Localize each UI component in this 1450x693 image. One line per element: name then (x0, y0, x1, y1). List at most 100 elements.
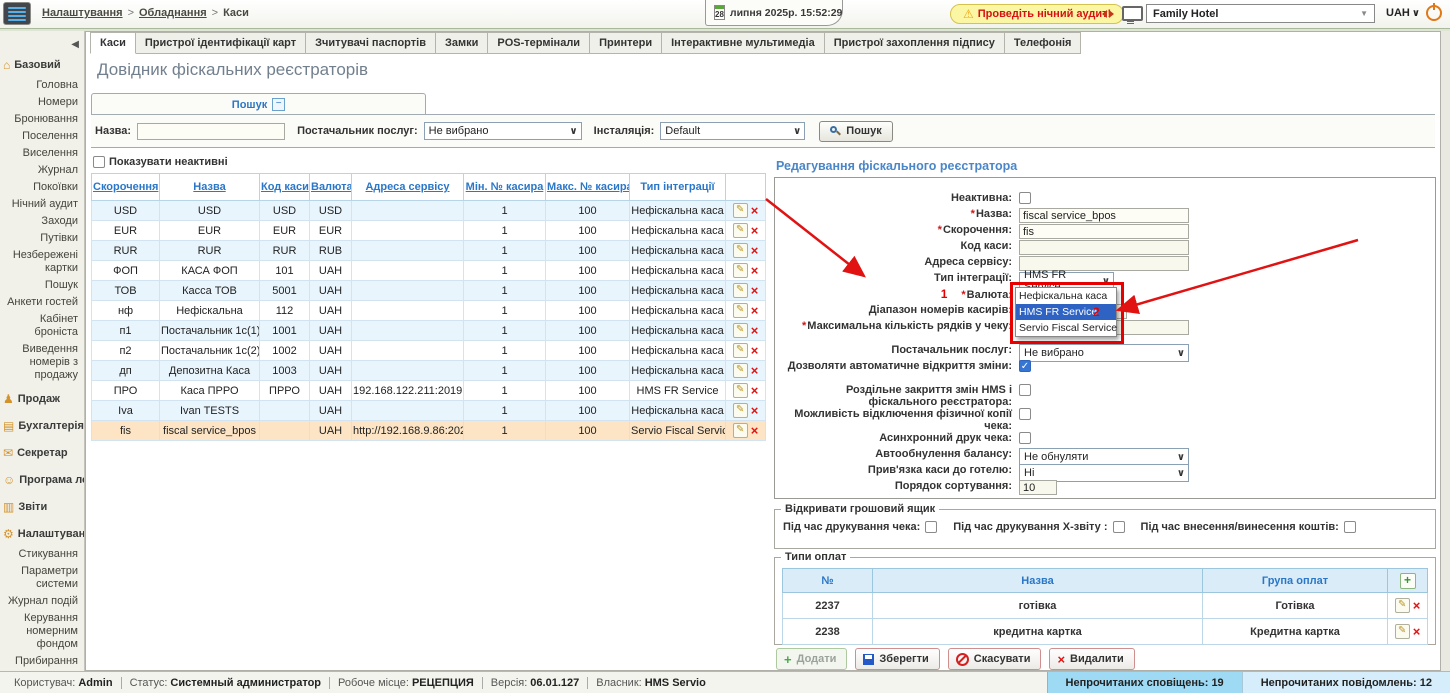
edit-icon[interactable]: ✎ (733, 223, 748, 238)
col-header-address[interactable]: Адреса сервісу (352, 174, 464, 201)
sidebar-item[interactable]: ♟ Продаж (0, 387, 84, 411)
sidebar-item[interactable]: Анкети гостей (0, 294, 84, 311)
sidebar-item[interactable]: Журнал (0, 162, 84, 179)
name-filter-input[interactable] (137, 123, 285, 140)
edit-icon[interactable]: ✎ (733, 263, 748, 278)
edit-icon[interactable]: ✎ (733, 243, 748, 258)
search-panel-toggle[interactable]: Пошук − (91, 93, 426, 115)
delete-icon[interactable]: × (1413, 625, 1421, 638)
hotel-select[interactable]: Family Hotel ▼ (1146, 4, 1375, 23)
delete-button[interactable]: × Видалити (1049, 648, 1134, 670)
table-row[interactable]: ТОВ Касса ТОВ 5001 UAH 1 100 Нефіскальна… (92, 281, 766, 301)
col-header-name[interactable]: Назва (160, 174, 260, 201)
night-audit-warning[interactable]: ⚠ Проведіть нічний аудит! (950, 4, 1124, 24)
sidebar-item[interactable]: ▥ Звіти (0, 495, 84, 519)
provider-filter-select[interactable]: Не вибрано∨ (424, 122, 582, 140)
edit-icon[interactable]: ✎ (733, 383, 748, 398)
sidebar-item[interactable]: Кабінет броніста (0, 311, 84, 341)
sidebar-item[interactable]: Виселення (0, 145, 84, 162)
tab[interactable]: Принтери (589, 32, 662, 54)
workstation-icon[interactable] (1122, 6, 1143, 21)
tab[interactable]: Інтерактивне мультимедіа (661, 32, 825, 54)
unread-notifications-badge[interactable]: Непрочитаних сповіщень: 19 (1047, 672, 1242, 693)
table-row[interactable]: fis fiscal service_bpos UAH http://192.1… (92, 421, 766, 441)
cash-drawer-checkbox[interactable] (925, 521, 937, 533)
tab[interactable]: Зчитувачі паспортів (305, 32, 436, 54)
date-time-display[interactable]: 28 липня 2025р. 15:52:29 (705, 0, 843, 26)
tab[interactable]: Телефонія (1004, 32, 1082, 54)
name-input[interactable] (1019, 208, 1189, 223)
table-row[interactable]: USD USD USD USD 1 100 Нефіскальна каса ✎… (92, 201, 766, 221)
breadcrumb-item[interactable]: > (128, 7, 134, 19)
tab[interactable]: Пристрої ідентифікації карт (135, 32, 306, 54)
hamburger-menu-icon[interactable] (3, 2, 31, 25)
edit-icon[interactable]: ✎ (733, 343, 748, 358)
async-print-checkbox[interactable] (1019, 432, 1031, 444)
add-button[interactable]: + Додати (776, 648, 847, 670)
tab[interactable]: Каси (90, 32, 136, 54)
auto-open-shift-checkbox[interactable]: ✓ (1019, 360, 1031, 372)
table-row[interactable]: ПРО Каса ПРРО ПРРО UAH 192.168.122.211:2… (92, 381, 766, 401)
tab[interactable]: Замки (435, 32, 488, 54)
payment-row[interactable]: 2238 кредитна картка Кредитна картка ✎ × (783, 619, 1428, 645)
sidebar-item[interactable]: Журнал подій (0, 593, 84, 610)
tab[interactable]: Пристрої захоплення підпису (824, 32, 1005, 54)
cash-drawer-checkbox[interactable] (1113, 521, 1125, 533)
save-button[interactable]: Зберегти (855, 648, 939, 670)
edit-icon[interactable]: ✎ (733, 423, 748, 438)
sidebar-item[interactable]: Стикування (0, 546, 84, 563)
sidebar-item[interactable]: Незбережені картки (0, 247, 84, 277)
sidebar-item[interactable]: Заходи (0, 213, 84, 230)
sidebar-item[interactable]: Керування номерним фондом (0, 610, 84, 653)
sidebar-item[interactable]: Бронювання (0, 111, 84, 128)
disable-copy-checkbox[interactable] (1019, 408, 1031, 420)
delete-icon[interactable]: × (1413, 599, 1421, 612)
cash-drawer-checkbox[interactable] (1344, 521, 1356, 533)
sidebar-item[interactable]: Параметри системи (0, 563, 84, 593)
edit-icon[interactable]: ✎ (733, 203, 748, 218)
table-row[interactable]: нф Нефіскальна 112 UAH 1 100 Нефіскальна… (92, 301, 766, 321)
sidebar-item[interactable]: Прибирання (0, 653, 84, 670)
delete-icon[interactable]: × (751, 384, 759, 397)
table-row[interactable]: п1 Постачальник 1с(1) 1001 UAH 1 100 Неф… (92, 321, 766, 341)
delete-icon[interactable]: × (751, 364, 759, 377)
table-row[interactable]: дп Депозитна Каса 1003 UAH 1 100 Нефіска… (92, 361, 766, 381)
separate-closing-checkbox[interactable] (1019, 384, 1031, 396)
sidebar-item[interactable]: ⌂ Базовий (0, 53, 84, 77)
edit-icon[interactable]: ✎ (733, 303, 748, 318)
abbr-input[interactable] (1019, 224, 1189, 239)
dropdown-option[interactable]: Servio Fiscal Service (1016, 320, 1116, 336)
col-header-currency[interactable]: Валюта (310, 174, 352, 201)
dropdown-option[interactable]: Нефіскальна каса (1016, 288, 1116, 304)
delete-icon[interactable]: × (751, 244, 759, 257)
edit-icon[interactable]: ✎ (733, 323, 748, 338)
sidebar-item[interactable]: Нічний аудит (0, 196, 84, 213)
sidebar-item[interactable]: ✉ Секретар (0, 441, 84, 465)
installation-filter-select[interactable]: Default∨ (660, 122, 805, 140)
edit-icon[interactable]: ✎ (733, 363, 748, 378)
dropdown-option[interactable]: HMS FR Service (1016, 304, 1116, 320)
sidebar-collapse-icon[interactable]: ◀ (71, 39, 79, 50)
delete-icon[interactable]: × (751, 404, 759, 417)
table-row[interactable]: RUR RUR RUR RUB 1 100 Нефіскальна каса ✎… (92, 241, 766, 261)
sidebar-item[interactable]: Виведення номерів з продажу (0, 341, 84, 384)
delete-icon[interactable]: × (751, 204, 759, 217)
sidebar-item[interactable]: Поселення (0, 128, 84, 145)
delete-icon[interactable]: × (751, 324, 759, 337)
edit-icon[interactable]: ✎ (1395, 598, 1410, 613)
sidebar-item[interactable]: Головна (0, 77, 84, 94)
sidebar-item[interactable]: Номери (0, 94, 84, 111)
delete-icon[interactable]: × (751, 344, 759, 357)
code-input[interactable] (1019, 240, 1189, 255)
breadcrumb-item[interactable]: Каси (223, 7, 249, 19)
delete-icon[interactable]: × (751, 224, 759, 237)
table-row[interactable]: п2 Постачальник 1с(2) 1002 UAH 1 100 Неф… (92, 341, 766, 361)
edit-icon[interactable]: ✎ (733, 403, 748, 418)
col-header-abbr[interactable]: Скорочення (92, 174, 160, 201)
table-row[interactable]: EUR EUR EUR EUR 1 100 Нефіскальна каса ✎… (92, 221, 766, 241)
edit-icon[interactable]: ✎ (733, 283, 748, 298)
breadcrumb-item[interactable]: Налаштування (42, 7, 123, 19)
payment-row[interactable]: 2237 готівка Готівка ✎ × (783, 593, 1428, 619)
tab[interactable]: POS-термінали (487, 32, 590, 54)
power-logout-icon[interactable] (1426, 5, 1442, 21)
